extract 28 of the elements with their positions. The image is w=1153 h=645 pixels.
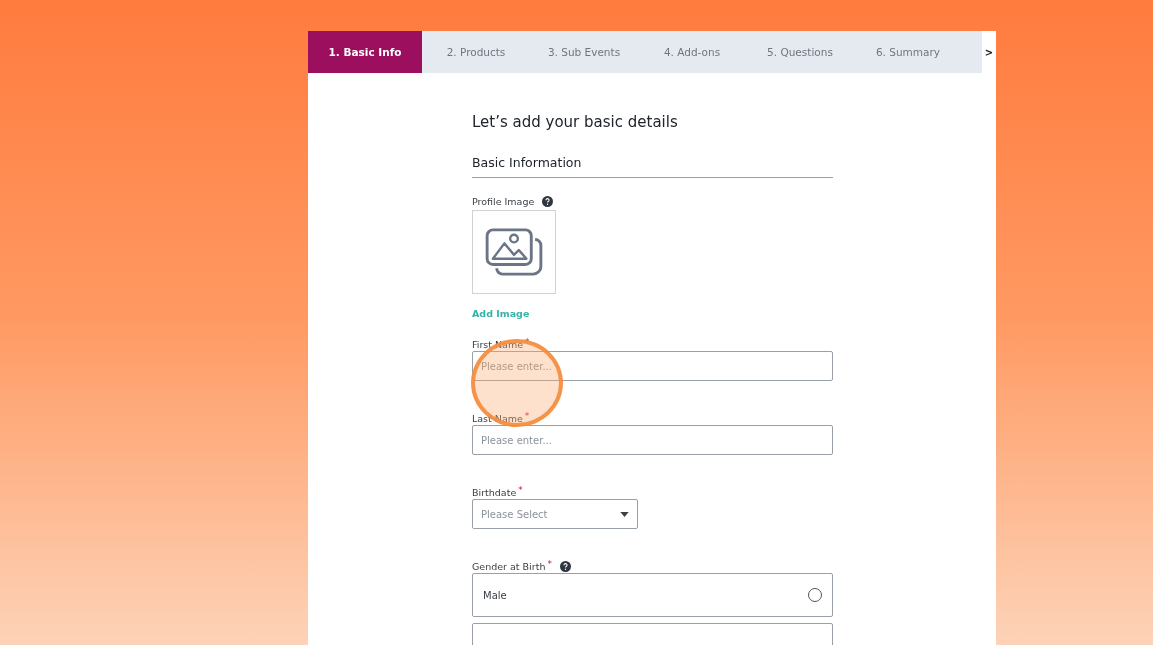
field-label: Gender at Birth bbox=[472, 560, 546, 572]
page-heading: Let’s add your basic details bbox=[472, 113, 679, 131]
field-label: Profile Image bbox=[472, 195, 535, 207]
required-mark: * bbox=[524, 411, 530, 421]
section-title: Basic Information bbox=[472, 155, 833, 178]
help-icon[interactable] bbox=[559, 560, 571, 572]
step-tab[interactable]: 1. Basic Info bbox=[308, 31, 422, 73]
field-label: Birthdate bbox=[472, 486, 517, 498]
field-label: Last Name bbox=[472, 412, 523, 424]
caret-icon bbox=[620, 511, 629, 517]
required-mark: * bbox=[547, 559, 552, 569]
text-input[interactable]: Please enter... bbox=[472, 351, 833, 381]
next-arrow-button[interactable]: > bbox=[982, 31, 996, 73]
text-input[interactable]: Please enter... bbox=[472, 425, 833, 455]
required-mark: * bbox=[525, 337, 530, 347]
step-tab[interactable]: 6. Summary bbox=[854, 31, 962, 73]
step-tab[interactable]: 2. Products bbox=[422, 31, 530, 73]
step-tab[interactable]: 3. Sub Events bbox=[530, 31, 638, 73]
add-image-link[interactable]: Add Image bbox=[472, 308, 530, 319]
step-tab[interactable]: 5. Questions bbox=[746, 31, 854, 73]
field-label: First Name bbox=[472, 338, 524, 350]
required-mark: * bbox=[518, 485, 523, 495]
image-upload-box[interactable] bbox=[472, 210, 556, 294]
step-tab[interactable]: 4. Add-ons bbox=[638, 31, 746, 73]
image-icon bbox=[485, 228, 543, 276]
radio-option[interactable]: Male bbox=[472, 573, 833, 617]
select-dropdown[interactable]: Please Select bbox=[472, 499, 638, 529]
help-icon[interactable] bbox=[542, 195, 554, 207]
